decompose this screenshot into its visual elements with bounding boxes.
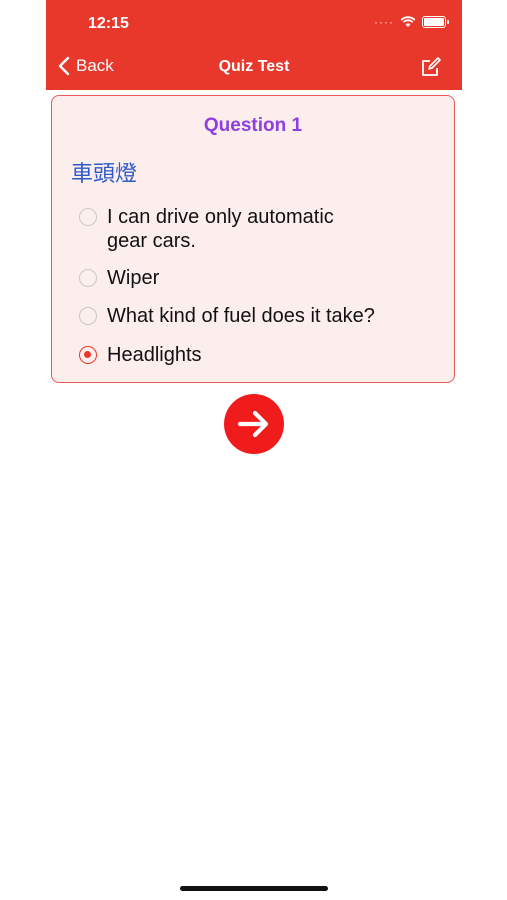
answer-option[interactable]: Wiper <box>79 266 367 290</box>
option-label: Wiper <box>107 267 160 289</box>
answer-option[interactable]: I can drive only automatic gear cars. <box>79 205 367 253</box>
next-button[interactable] <box>224 394 284 454</box>
question-card: Question 1 車頭燈 I can drive only automati… <box>51 95 455 383</box>
app-header: 12:15 ···· Back Quiz Test <box>46 0 462 90</box>
option-label: I can drive only automatic gear cars. <box>107 206 334 252</box>
status-icons: ···· <box>374 15 449 29</box>
radio-button-selected[interactable] <box>79 346 97 364</box>
question-number: Question 1 <box>203 115 303 136</box>
status-time: 12:15 <box>88 15 129 32</box>
page-title: Quiz Test <box>218 58 290 75</box>
home-indicator <box>180 886 328 891</box>
radio-button[interactable] <box>79 208 97 226</box>
signal-icon: ···· <box>374 15 394 29</box>
wifi-icon <box>400 16 416 27</box>
answer-option[interactable]: What kind of fuel does it take? <box>79 304 427 328</box>
battery-icon <box>422 16 449 28</box>
answer-option[interactable]: Headlights <box>79 343 367 367</box>
edit-button[interactable] <box>420 56 442 83</box>
question-term: 車頭燈 <box>71 162 138 187</box>
radio-button[interactable] <box>79 269 97 287</box>
arrow-right-icon <box>237 410 269 438</box>
option-label: Headlights <box>107 344 202 366</box>
option-label: What kind of fuel does it take? <box>107 305 375 327</box>
radio-button[interactable] <box>79 307 97 325</box>
compose-icon <box>422 57 441 76</box>
